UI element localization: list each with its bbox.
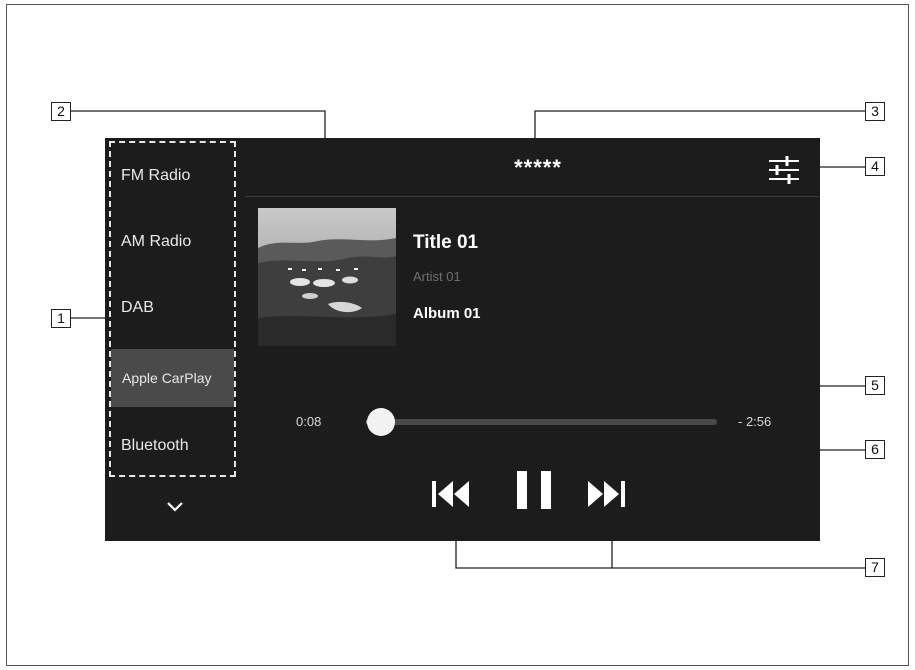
pause-icon[interactable]	[515, 469, 555, 511]
source-item-apple-carplay[interactable]: Apple CarPlay	[111, 349, 234, 407]
callout-1: 1	[51, 309, 71, 328]
skip-previous-icon[interactable]	[431, 478, 481, 510]
callout-7: 7	[865, 558, 885, 577]
source-item-dab[interactable]: DAB	[111, 279, 234, 337]
elapsed-time: 0:08	[296, 414, 322, 429]
album-art-image	[258, 208, 396, 346]
source-item-bluetooth[interactable]: Bluetooth	[111, 417, 234, 475]
sound-settings-icon[interactable]	[767, 155, 801, 185]
header-title: *****	[514, 155, 562, 180]
callout-5: 5	[865, 376, 885, 395]
source-list: FM Radio AM Radio DAB Apple CarPlay Blue…	[109, 141, 236, 477]
callout-4: 4	[865, 157, 885, 176]
source-item-fm-radio[interactable]: FM Radio	[111, 147, 234, 205]
remaining-time: - 2:56	[738, 414, 772, 429]
callout-3: 3	[865, 102, 885, 121]
track-artist: Artist 01	[413, 269, 461, 284]
header-divider	[245, 196, 820, 197]
chevron-down-icon[interactable]	[163, 496, 187, 516]
callout-2: 2	[51, 102, 71, 121]
callout-6: 6	[865, 440, 885, 459]
track-title: Title 01	[413, 232, 479, 253]
skip-next-icon[interactable]	[586, 478, 636, 510]
source-item-am-radio[interactable]: AM Radio	[111, 213, 234, 271]
progress-bar[interactable]	[366, 419, 717, 425]
track-album: Album 01	[413, 305, 481, 322]
